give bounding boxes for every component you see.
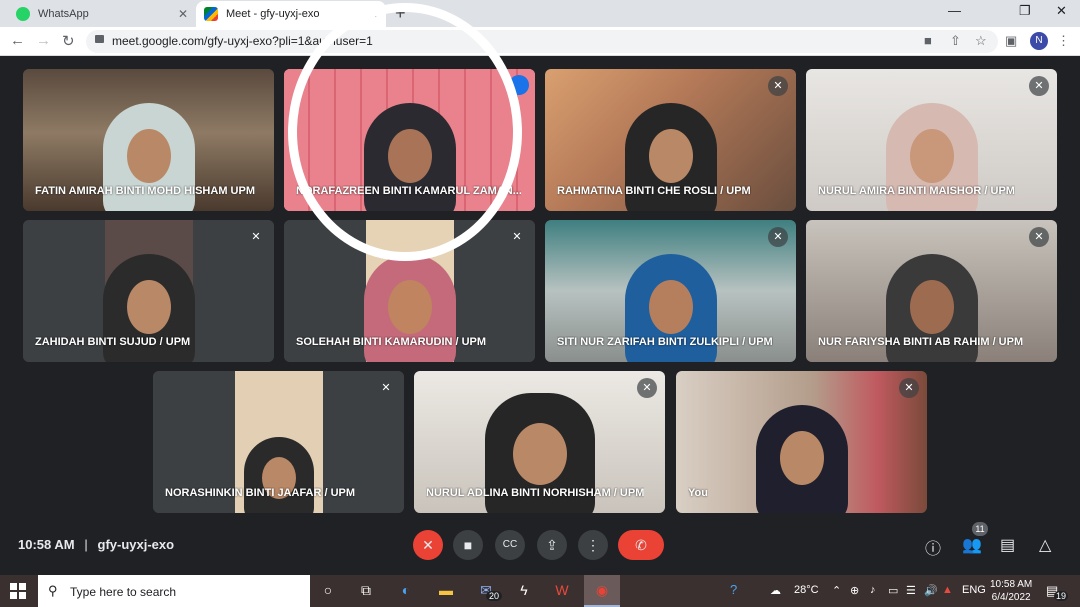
browser-toolbar: ← → ↻ meet.google.com/gfy-uyxj-exo?pli=1… <box>0 27 1080 56</box>
reload-icon[interactable]: ↻ <box>62 32 75 50</box>
language-indicator[interactable]: ENG <box>962 584 986 596</box>
participant-name: FATIN AMIRAH BINTI MOHD HISHAM UPM <box>35 185 255 197</box>
participant-tile[interactable]: ✕ NURUL AMIRA BINTI MAISHOR / UPM <box>806 69 1057 211</box>
participant-video <box>755 405 848 513</box>
wps-office-icon[interactable]: W <box>552 582 572 600</box>
help-icon[interactable]: ? <box>730 582 737 597</box>
activities-icon[interactable]: △ <box>1039 535 1051 555</box>
chat-icon[interactable]: ▤ <box>1000 535 1015 555</box>
avatar[interactable]: N <box>1030 32 1048 50</box>
maximize-button[interactable]: ❐ <box>1019 3 1031 19</box>
whatsapp-icon <box>16 7 30 21</box>
side-panel-icon[interactable]: ▣ <box>1005 33 1017 49</box>
participant-tile[interactable]: ✕ NUR FARIYSHA BINTI AB RAHIM / UPM <box>806 220 1057 362</box>
participant-tile[interactable]: ✕ RAHMATINA BINTI CHE ROSLI / UPM <box>545 69 796 211</box>
participant-tile-self[interactable]: ✕ You <box>676 371 927 513</box>
captions-button[interactable]: CC <box>495 530 525 560</box>
separator: | <box>84 537 88 552</box>
battery-icon[interactable]: ▭ <box>888 584 898 597</box>
participant-name: NURUL AMIRA BINTI MAISHOR / UPM <box>818 185 1015 197</box>
mic-off-icon: ✕ <box>1029 227 1049 247</box>
system-clock[interactable]: 10:58 AM 6/4/2022 <box>990 578 1032 604</box>
share-icon[interactable]: ⇧ <box>950 33 961 49</box>
tray-app-icon-2[interactable]: ▲ <box>942 584 953 596</box>
forward-icon[interactable]: → <box>36 32 51 49</box>
people-icon[interactable]: 👥 <box>962 535 982 555</box>
minimize-button[interactable]: — <box>948 3 961 18</box>
search-icon: ⚲ <box>48 583 58 598</box>
participant-name: NORASHINKIN BINTI JAAFAR / UPM <box>165 487 356 499</box>
mic-off-icon: ✕ <box>376 378 396 398</box>
participant-name: You <box>688 487 708 499</box>
volume-icon[interactable]: 🔊 <box>924 584 938 597</box>
camera-permission-icon[interactable]: ■ <box>924 33 932 48</box>
back-icon[interactable]: ← <box>10 32 25 49</box>
present-screen-button[interactable]: ⇪ <box>537 530 567 560</box>
notification-count: 19 <box>1054 591 1069 601</box>
participant-count-badge: 11 <box>972 522 988 536</box>
mic-off-icon: ✕ <box>768 227 788 247</box>
windows-taskbar: ⚲ Type here to search ○ ⧉ ◐ ▬ ✉ 20 ϟ W ◉… <box>0 575 1080 607</box>
clock-date: 6/4/2022 <box>991 592 1031 603</box>
mail-badge: 20 <box>486 591 503 601</box>
google-meet-icon <box>204 7 218 21</box>
mic-off-icon: ✕ <box>246 227 266 247</box>
address-bar[interactable]: meet.google.com/gfy-uyxj-exo?pli=1&authu… <box>86 30 998 53</box>
close-window-button[interactable]: ✕ <box>1056 3 1067 19</box>
meet-control-bar: 10:58 AM | gfy-uyxj-exo ✕ ■ CC ⇪ ⋮ ✆ ⓘ 👥… <box>0 522 1080 575</box>
network-icon[interactable]: ☰ <box>906 584 916 597</box>
participant-tile[interactable]: ✕ ZAHIDAH BINTI SUJUD / UPM <box>23 220 274 362</box>
participant-tile[interactable]: ✕ SITI NUR ZARIFAH BINTI ZULKIPLI / UPM <box>545 220 796 362</box>
participant-name: SOLEHAH BINTI KAMARUDIN / UPM <box>296 336 487 348</box>
chrome-icon[interactable]: ◉ <box>584 575 620 607</box>
weather-icon[interactable]: ☁ <box>770 584 781 597</box>
cortana-icon[interactable]: ○ <box>318 582 338 600</box>
participant-name: RAHMATINA BINTI CHE ROSLI / UPM <box>557 185 751 197</box>
participant-tile[interactable]: FATIN AMIRAH BINTI MOHD HISHAM UPM <box>23 69 274 211</box>
meeting-code: gfy-uyxj-exo <box>97 537 175 552</box>
close-tab-icon[interactable]: ✕ <box>178 7 188 21</box>
taskbar-search-box[interactable]: ⚲ Type here to search <box>38 575 310 607</box>
mic-toggle-button[interactable]: ✕ <box>413 530 443 560</box>
search-placeholder: Type here to search <box>70 585 177 599</box>
lock-icon <box>95 35 104 43</box>
participant-name: NUR FARIYSHA BINTI AB RAHIM / UPM <box>818 336 1024 348</box>
tab-title: WhatsApp <box>38 8 89 20</box>
tab-title: Meet - gfy-uyxj-exo <box>226 8 320 20</box>
file-explorer-icon[interactable]: ▬ <box>436 582 456 600</box>
participant-video <box>243 437 314 513</box>
tab-whatsapp[interactable]: WhatsApp ✕ <box>8 1 196 27</box>
leave-call-button[interactable]: ✆ <box>618 530 664 560</box>
more-options-button[interactable]: ⋮ <box>578 530 608 560</box>
meeting-details: 10:58 AM | gfy-uyxj-exo <box>18 537 174 552</box>
chevron-up-icon[interactable]: ⌃ <box>832 584 841 597</box>
edge-icon[interactable]: ◐ <box>396 582 416 600</box>
annotation-circle <box>288 3 522 261</box>
camera-toggle-button[interactable]: ■ <box>453 530 483 560</box>
microphone-icon[interactable]: ♪ <box>870 584 876 596</box>
participant-tile[interactable]: ✕ NURUL ADLINA BINTI NORHISHAM / UPM <box>414 371 665 513</box>
temperature[interactable]: 28°C <box>794 584 819 596</box>
menu-icon[interactable]: ⋮ <box>1057 33 1070 49</box>
app-icon[interactable]: ϟ <box>514 582 534 600</box>
mic-off-icon: ✕ <box>507 227 527 247</box>
task-view-icon[interactable]: ⧉ <box>356 582 376 600</box>
clock-time: 10:58 AM <box>990 579 1033 590</box>
mic-off-icon: ✕ <box>899 378 919 398</box>
tray-app-icon[interactable]: ⊕ <box>850 584 859 597</box>
mic-off-icon: ✕ <box>768 76 788 96</box>
browser-tab-strip: WhatsApp ✕ Meet - gfy-uyxj-exo ✕ + — ❐ ✕ <box>0 0 1080 27</box>
meeting-info-icon[interactable]: ⓘ <box>925 535 941 559</box>
windows-start-icon[interactable] <box>10 583 26 599</box>
bookmark-star-icon[interactable]: ☆ <box>975 33 987 49</box>
participant-tile[interactable]: ✕ NORASHINKIN BINTI JAAFAR / UPM <box>153 371 404 513</box>
participant-name: NURUL ADLINA BINTI NORHISHAM / UPM <box>426 487 645 499</box>
mic-off-icon: ✕ <box>1029 76 1049 96</box>
meeting-time: 10:58 AM <box>18 537 75 552</box>
participant-name: ZAHIDAH BINTI SUJUD / UPM <box>35 336 191 348</box>
mic-off-icon: ✕ <box>637 378 657 398</box>
participant-name: SITI NUR ZARIFAH BINTI ZULKIPLI / UPM <box>557 336 773 348</box>
